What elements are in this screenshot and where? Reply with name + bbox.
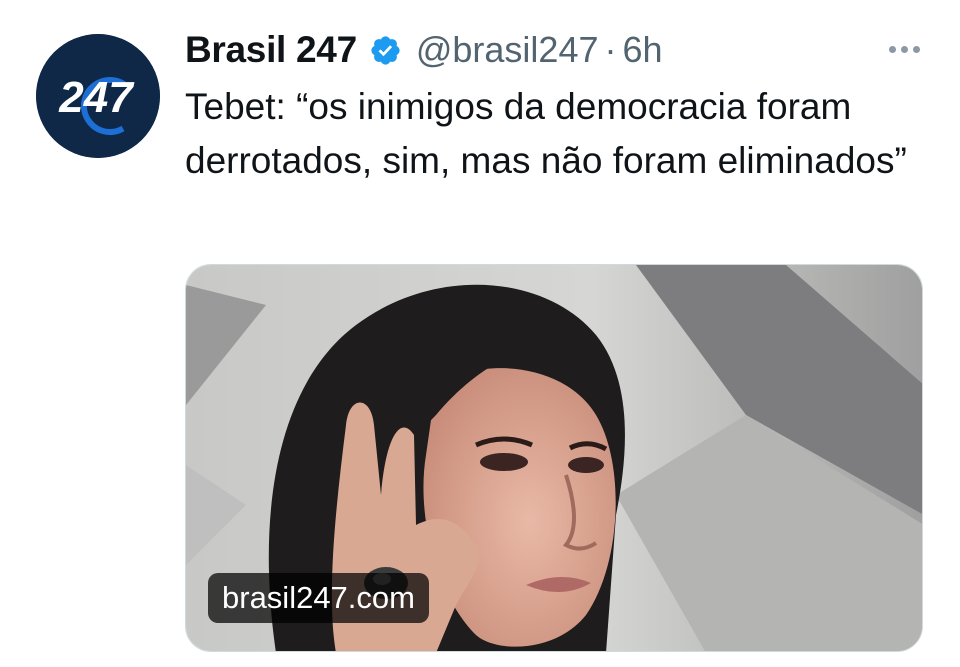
handle[interactable]: @brasil247 [416, 29, 599, 71]
tweet-card[interactable]: 247 Brasil 247 @brasil247 · 6h Tebet: “o… [0, 0, 960, 667]
avatar-logo-text: 247 [58, 73, 135, 122]
media-domain-label: brasil247.com [208, 573, 429, 623]
tweet-media-image[interactable]: brasil247.com [185, 264, 923, 652]
tweet-text: Tebet: “os inimigos da democracia foram … [185, 86, 907, 181]
more-dot [888, 45, 896, 53]
more-dot [912, 45, 920, 53]
tweet-content: Brasil 247 @brasil247 · 6h Tebet: “os in… [185, 24, 925, 188]
timestamp[interactable]: 6h [623, 29, 663, 71]
brasil247-logo: 247 [36, 34, 160, 158]
more-options-icon[interactable] [879, 34, 929, 64]
verified-badge-icon[interactable] [369, 34, 402, 67]
more-dot [900, 45, 908, 53]
tweet-header: Brasil 247 @brasil247 · 6h [185, 24, 925, 76]
display-name[interactable]: Brasil 247 [185, 29, 357, 71]
separator-dot: · [604, 29, 617, 70]
avatar[interactable]: 247 [36, 34, 160, 158]
